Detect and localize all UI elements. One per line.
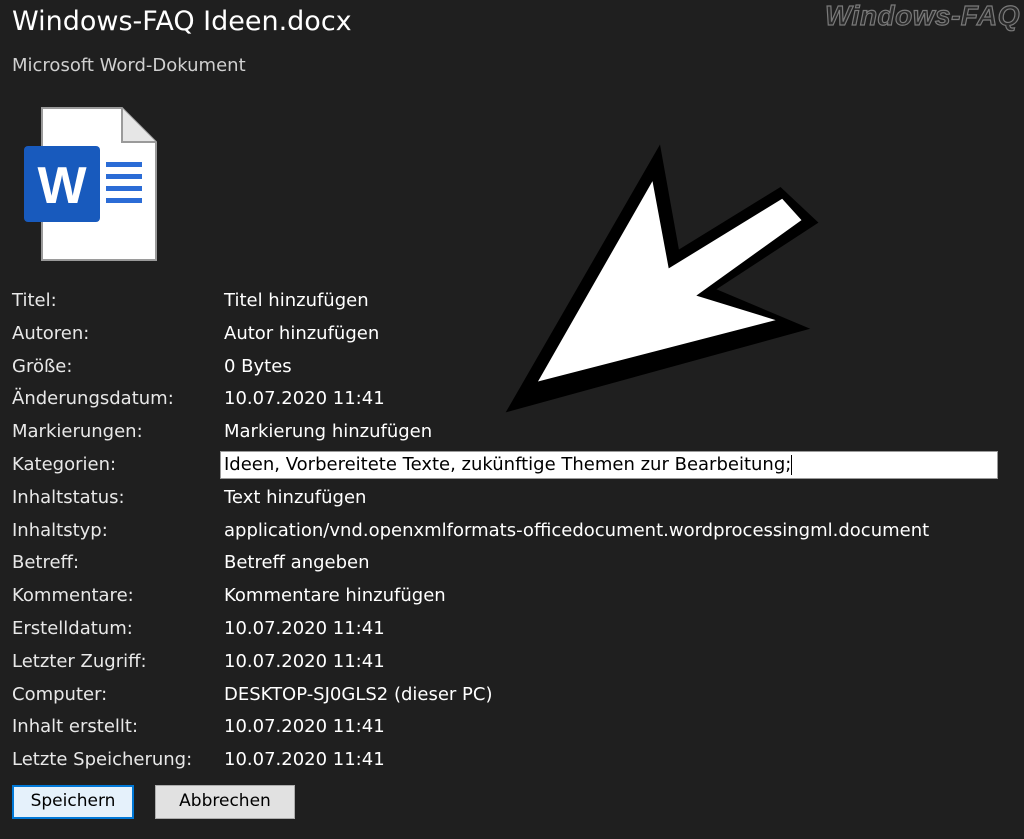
property-row-subject: Betreff: Betreff angeben <box>12 547 1012 580</box>
property-label: Kategorien: <box>12 453 117 475</box>
word-document-icon: W <box>24 107 157 261</box>
property-row-modified: Änderungsdatum: 10.07.2020 11:41 <box>12 383 1012 416</box>
categories-input-text: Ideen, Vorbereitete Texte, zukünftige Th… <box>224 453 792 475</box>
categories-input[interactable]: Ideen, Vorbereitete Texte, zukünftige Th… <box>220 450 998 479</box>
property-label: Inhalt erstellt: <box>12 716 139 738</box>
property-label: Änderungsdatum: <box>12 388 174 410</box>
watermark-logo: Windows-FAQ <box>824 0 1020 32</box>
property-label: Autoren: <box>12 322 90 344</box>
property-value-title[interactable]: Titel hinzufügen <box>224 285 369 318</box>
property-value-content-created: 10.07.2020 11:41 <box>224 716 385 738</box>
property-label: Inhaltstatus: <box>12 486 125 508</box>
property-value-last-accessed: 10.07.2020 11:41 <box>224 650 385 672</box>
file-title: Windows-FAQ Ideen.docx <box>12 6 352 37</box>
property-row-content-type: Inhaltstyp: application/vnd.openxmlforma… <box>12 515 1012 548</box>
property-label: Letzter Zugriff: <box>12 650 147 672</box>
property-value-size: 0 Bytes <box>224 355 292 377</box>
property-value-content-type: application/vnd.openxmlformats-officedoc… <box>224 519 930 541</box>
text-caret <box>791 454 793 475</box>
property-value-modified[interactable]: 10.07.2020 11:41 <box>224 383 385 416</box>
property-label: Inhaltstyp: <box>12 519 108 541</box>
property-label: Größe: <box>12 355 73 377</box>
property-label: Kommentare: <box>12 585 134 607</box>
property-row-content-status: Inhaltstatus: Text hinzufügen <box>12 482 1012 515</box>
property-value-tags[interactable]: Markierung hinzufügen <box>224 416 432 449</box>
file-type-subtitle: Microsoft Word-Dokument <box>12 55 246 76</box>
property-value-comments[interactable]: Kommentare hinzufügen <box>224 580 446 613</box>
property-label: Computer: <box>12 683 108 705</box>
property-label: Betreff: <box>12 552 80 574</box>
property-value-authors[interactable]: Autor hinzufügen <box>224 318 379 351</box>
property-row-title: Titel: Titel hinzufügen <box>12 285 1012 318</box>
property-row-authors: Autoren: Autor hinzufügen <box>12 318 1012 351</box>
property-value-content-status[interactable]: Text hinzufügen <box>224 482 366 515</box>
property-label: Markierungen: <box>12 421 143 443</box>
word-letter: W <box>37 157 87 215</box>
property-row-categories: Kategorien: Ideen, Vorbereitete Texte, z… <box>12 449 1012 482</box>
save-button[interactable]: Speichern <box>12 785 134 819</box>
property-row-content-created: Inhalt erstellt: 10.07.2020 11:41 <box>12 711 1012 744</box>
property-row-computer: Computer: DESKTOP-SJ0GLS2 (dieser PC) <box>12 679 1012 712</box>
property-row-size: Größe: 0 Bytes <box>12 351 1012 384</box>
property-value-subject[interactable]: Betreff angeben <box>224 547 370 580</box>
properties-list: Titel: Titel hinzufügen Autoren: Autor h… <box>12 285 1012 777</box>
property-value-created: 10.07.2020 11:41 <box>224 617 385 639</box>
property-row-last-saved: Letzte Speicherung: 10.07.2020 11:41 <box>12 744 1012 777</box>
property-row-comments: Kommentare: Kommentare hinzufügen <box>12 580 1012 613</box>
property-value-computer: DESKTOP-SJ0GLS2 (dieser PC) <box>224 683 493 705</box>
cancel-button[interactable]: Abbrechen <box>155 785 295 819</box>
property-label: Erstelldatum: <box>12 617 133 639</box>
property-label: Titel: <box>12 290 57 311</box>
property-row-last-accessed: Letzter Zugriff: 10.07.2020 11:41 <box>12 646 1012 679</box>
property-row-tags: Markierungen: Markierung hinzufügen <box>12 416 1012 449</box>
property-label: Letzte Speicherung: <box>12 749 193 771</box>
property-row-created: Erstelldatum: 10.07.2020 11:41 <box>12 613 1012 646</box>
property-value-last-saved: 10.07.2020 11:41 <box>224 749 385 771</box>
